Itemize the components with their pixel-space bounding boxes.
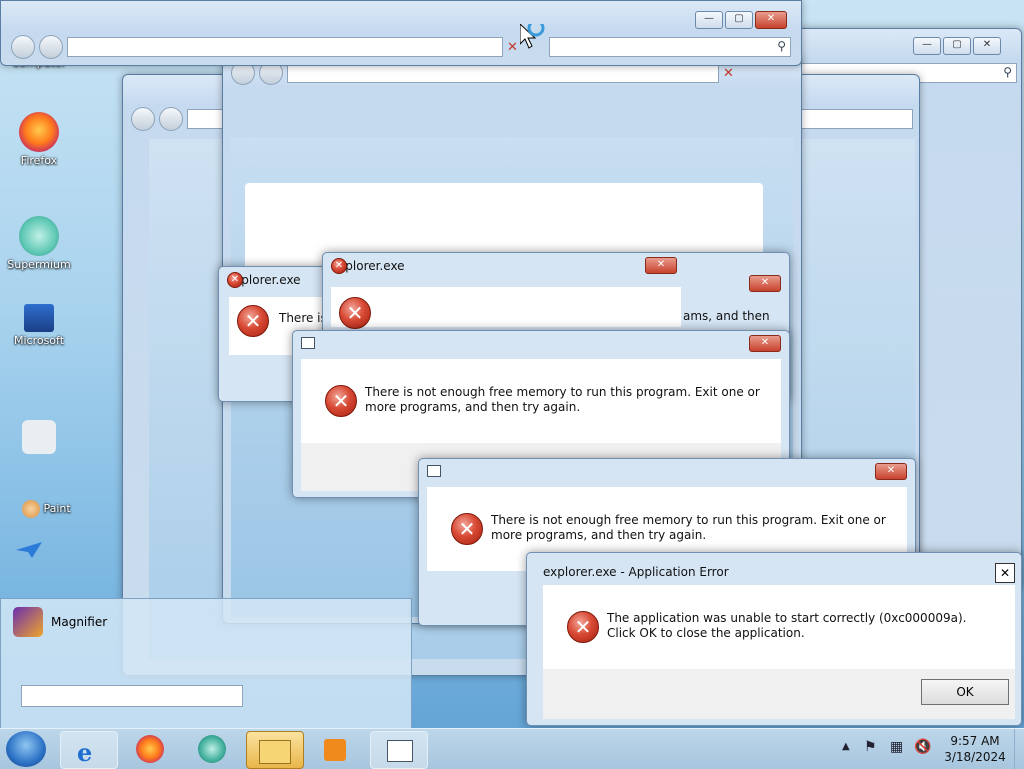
send-icon[interactable] <box>14 540 44 560</box>
show-desktop-button[interactable] <box>1014 729 1024 769</box>
dialog-title: explorer.exe - Application Error <box>543 565 729 579</box>
firefox-icon <box>19 112 59 152</box>
maximize-button[interactable]: ▢ <box>725 11 753 29</box>
error-icon: ✕ <box>339 297 371 329</box>
forward-button[interactable] <box>39 35 63 59</box>
start-menu-panel: Magnifier <box>0 598 412 730</box>
supermium-icon <box>19 216 59 256</box>
explorer-taskbar-button[interactable] <box>246 731 304 769</box>
dialog-message: The application was unable to start corr… <box>607 611 967 640</box>
clock-time: 9:57 AM <box>950 734 1000 748</box>
close-button[interactable]: ✕ <box>995 563 1015 583</box>
error-icon: ✕ <box>237 305 269 337</box>
close-button[interactable]: ✕ <box>875 463 907 480</box>
desktop-icon-paint[interactable] <box>6 420 72 456</box>
desktop-icon-microsoft[interactable]: Microsoft <box>6 304 72 347</box>
ok-button[interactable]: OK <box>921 679 1009 705</box>
close-button[interactable]: ✕ <box>755 11 787 29</box>
maximize-button[interactable]: ▢ <box>943 37 971 55</box>
clock-date: 3/18/2024 <box>944 750 1006 764</box>
paper-plane-icon <box>16 542 42 558</box>
stop-icon[interactable]: ✕ <box>723 66 734 81</box>
back-button[interactable] <box>11 35 35 59</box>
clock[interactable]: 9:57 AM 3/18/2024 <box>940 733 1010 765</box>
back-button[interactable] <box>131 107 155 131</box>
close-button[interactable]: ✕ <box>973 37 1001 55</box>
error-icon: ✕ <box>325 385 357 417</box>
firefox-icon <box>136 735 164 763</box>
search-icon: ⚲ <box>777 39 786 53</box>
search-icon: ⚲ <box>1003 65 1012 79</box>
start-search-box[interactable] <box>21 685 243 707</box>
close-button[interactable]: ✕ <box>749 275 781 292</box>
stop-icon[interactable]: ✕ <box>507 40 518 55</box>
desktop-icon-paint-label[interactable]: Paint <box>22 500 102 518</box>
scissors-icon <box>22 420 56 454</box>
search-input[interactable]: ⚲ <box>549 37 791 57</box>
application-error-dialog[interactable]: explorer.exe - Application Error ✕ ✕ The… <box>526 552 1022 726</box>
supermium-icon <box>198 735 226 763</box>
firefox-taskbar-button[interactable] <box>124 731 180 767</box>
media-player-icon <box>324 739 346 761</box>
dialog-message: There is <box>279 311 327 325</box>
volume-muted-icon[interactable]: 🔇 <box>914 739 931 755</box>
flag-icon[interactable]: ⚑ <box>864 739 877 755</box>
desktop-icon-firefox[interactable]: Firefox <box>6 112 72 167</box>
window-icon <box>387 740 413 762</box>
dialog-message: There is not enough free memory to run t… <box>491 513 886 542</box>
window-icon <box>427 465 441 477</box>
taskbar: e ▲ ⚑ ▦ 🔇 9:57 AM 3/18/2024 <box>0 728 1024 769</box>
desktop-icon-supermium[interactable]: Supermium <box>6 216 72 271</box>
error-icon: ✕ <box>451 513 483 545</box>
forward-button[interactable] <box>159 107 183 131</box>
monitor-icon <box>24 304 54 332</box>
magnifier-label: Magnifier <box>51 615 108 629</box>
magnifier-icon <box>13 607 43 637</box>
mouse-pointer-icon <box>520 24 545 49</box>
start-button[interactable] <box>6 731 46 767</box>
close-button[interactable]: ✕ <box>645 257 677 274</box>
magnifier-item[interactable]: Magnifier <box>13 607 107 637</box>
network-icon[interactable]: ▦ <box>890 739 903 755</box>
dialog-message: ams, and then <box>683 309 770 323</box>
desktop-icon-label: Microsoft <box>13 334 65 347</box>
desktop-icon-label: Supermium <box>7 258 71 271</box>
desktop-icon-label: Paint <box>43 502 71 515</box>
minimize-button[interactable]: — <box>913 37 941 55</box>
desktop-icon-label: Firefox <box>20 154 58 167</box>
error-icon: ✕ <box>567 611 599 643</box>
window-taskbar-button[interactable] <box>370 731 428 769</box>
supermium-taskbar-button[interactable] <box>186 731 242 767</box>
address-bar[interactable] <box>287 63 719 83</box>
dialog-message: There is not enough free memory to run t… <box>365 385 760 414</box>
error-icon: ✕ <box>227 272 243 288</box>
window-icon <box>301 337 315 349</box>
minimize-button[interactable]: — <box>695 11 723 29</box>
error-icon: ✕ <box>331 258 347 274</box>
explorer-window-front[interactable]: — ▢ ✕ ✕ ⚲ <box>0 0 802 66</box>
folder-icon <box>259 740 291 764</box>
address-bar[interactable] <box>67 37 503 57</box>
media-taskbar-button[interactable] <box>308 731 364 767</box>
internet-explorer-icon: e <box>77 738 93 767</box>
palette-icon <box>22 500 40 518</box>
show-hidden-icons-button[interactable]: ▲ <box>842 741 850 752</box>
close-button[interactable]: ✕ <box>749 335 781 352</box>
ie-taskbar-button[interactable]: e <box>60 731 118 769</box>
